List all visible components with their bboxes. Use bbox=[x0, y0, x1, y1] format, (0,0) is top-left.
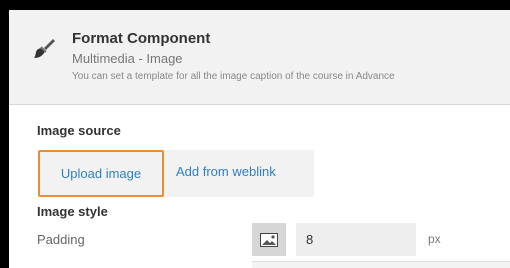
padding-unit-label: px bbox=[428, 232, 441, 246]
paintbrush-icon bbox=[34, 39, 55, 58]
next-setting-row bbox=[252, 261, 510, 268]
upload-image-tab[interactable]: Upload image bbox=[38, 150, 164, 197]
panel-subtitle: Multimedia - Image bbox=[72, 51, 183, 66]
image-icon bbox=[260, 233, 278, 247]
padding-label: Padding bbox=[37, 232, 85, 247]
panel-header: Format Component Multimedia - Image You … bbox=[9, 10, 510, 105]
image-source-tabs: Upload image Add from weblink bbox=[38, 150, 314, 197]
format-component-panel: Format Component Multimedia - Image You … bbox=[9, 10, 510, 268]
image-style-label: Image style bbox=[37, 204, 108, 219]
panel-title: Format Component bbox=[72, 30, 211, 47]
add-from-weblink-tab[interactable]: Add from weblink bbox=[176, 150, 276, 193]
panel-description: You can set a template for all the image… bbox=[72, 71, 395, 82]
image-source-label: Image source bbox=[37, 123, 121, 138]
padding-image-button[interactable] bbox=[252, 223, 286, 256]
padding-input[interactable] bbox=[296, 223, 416, 256]
